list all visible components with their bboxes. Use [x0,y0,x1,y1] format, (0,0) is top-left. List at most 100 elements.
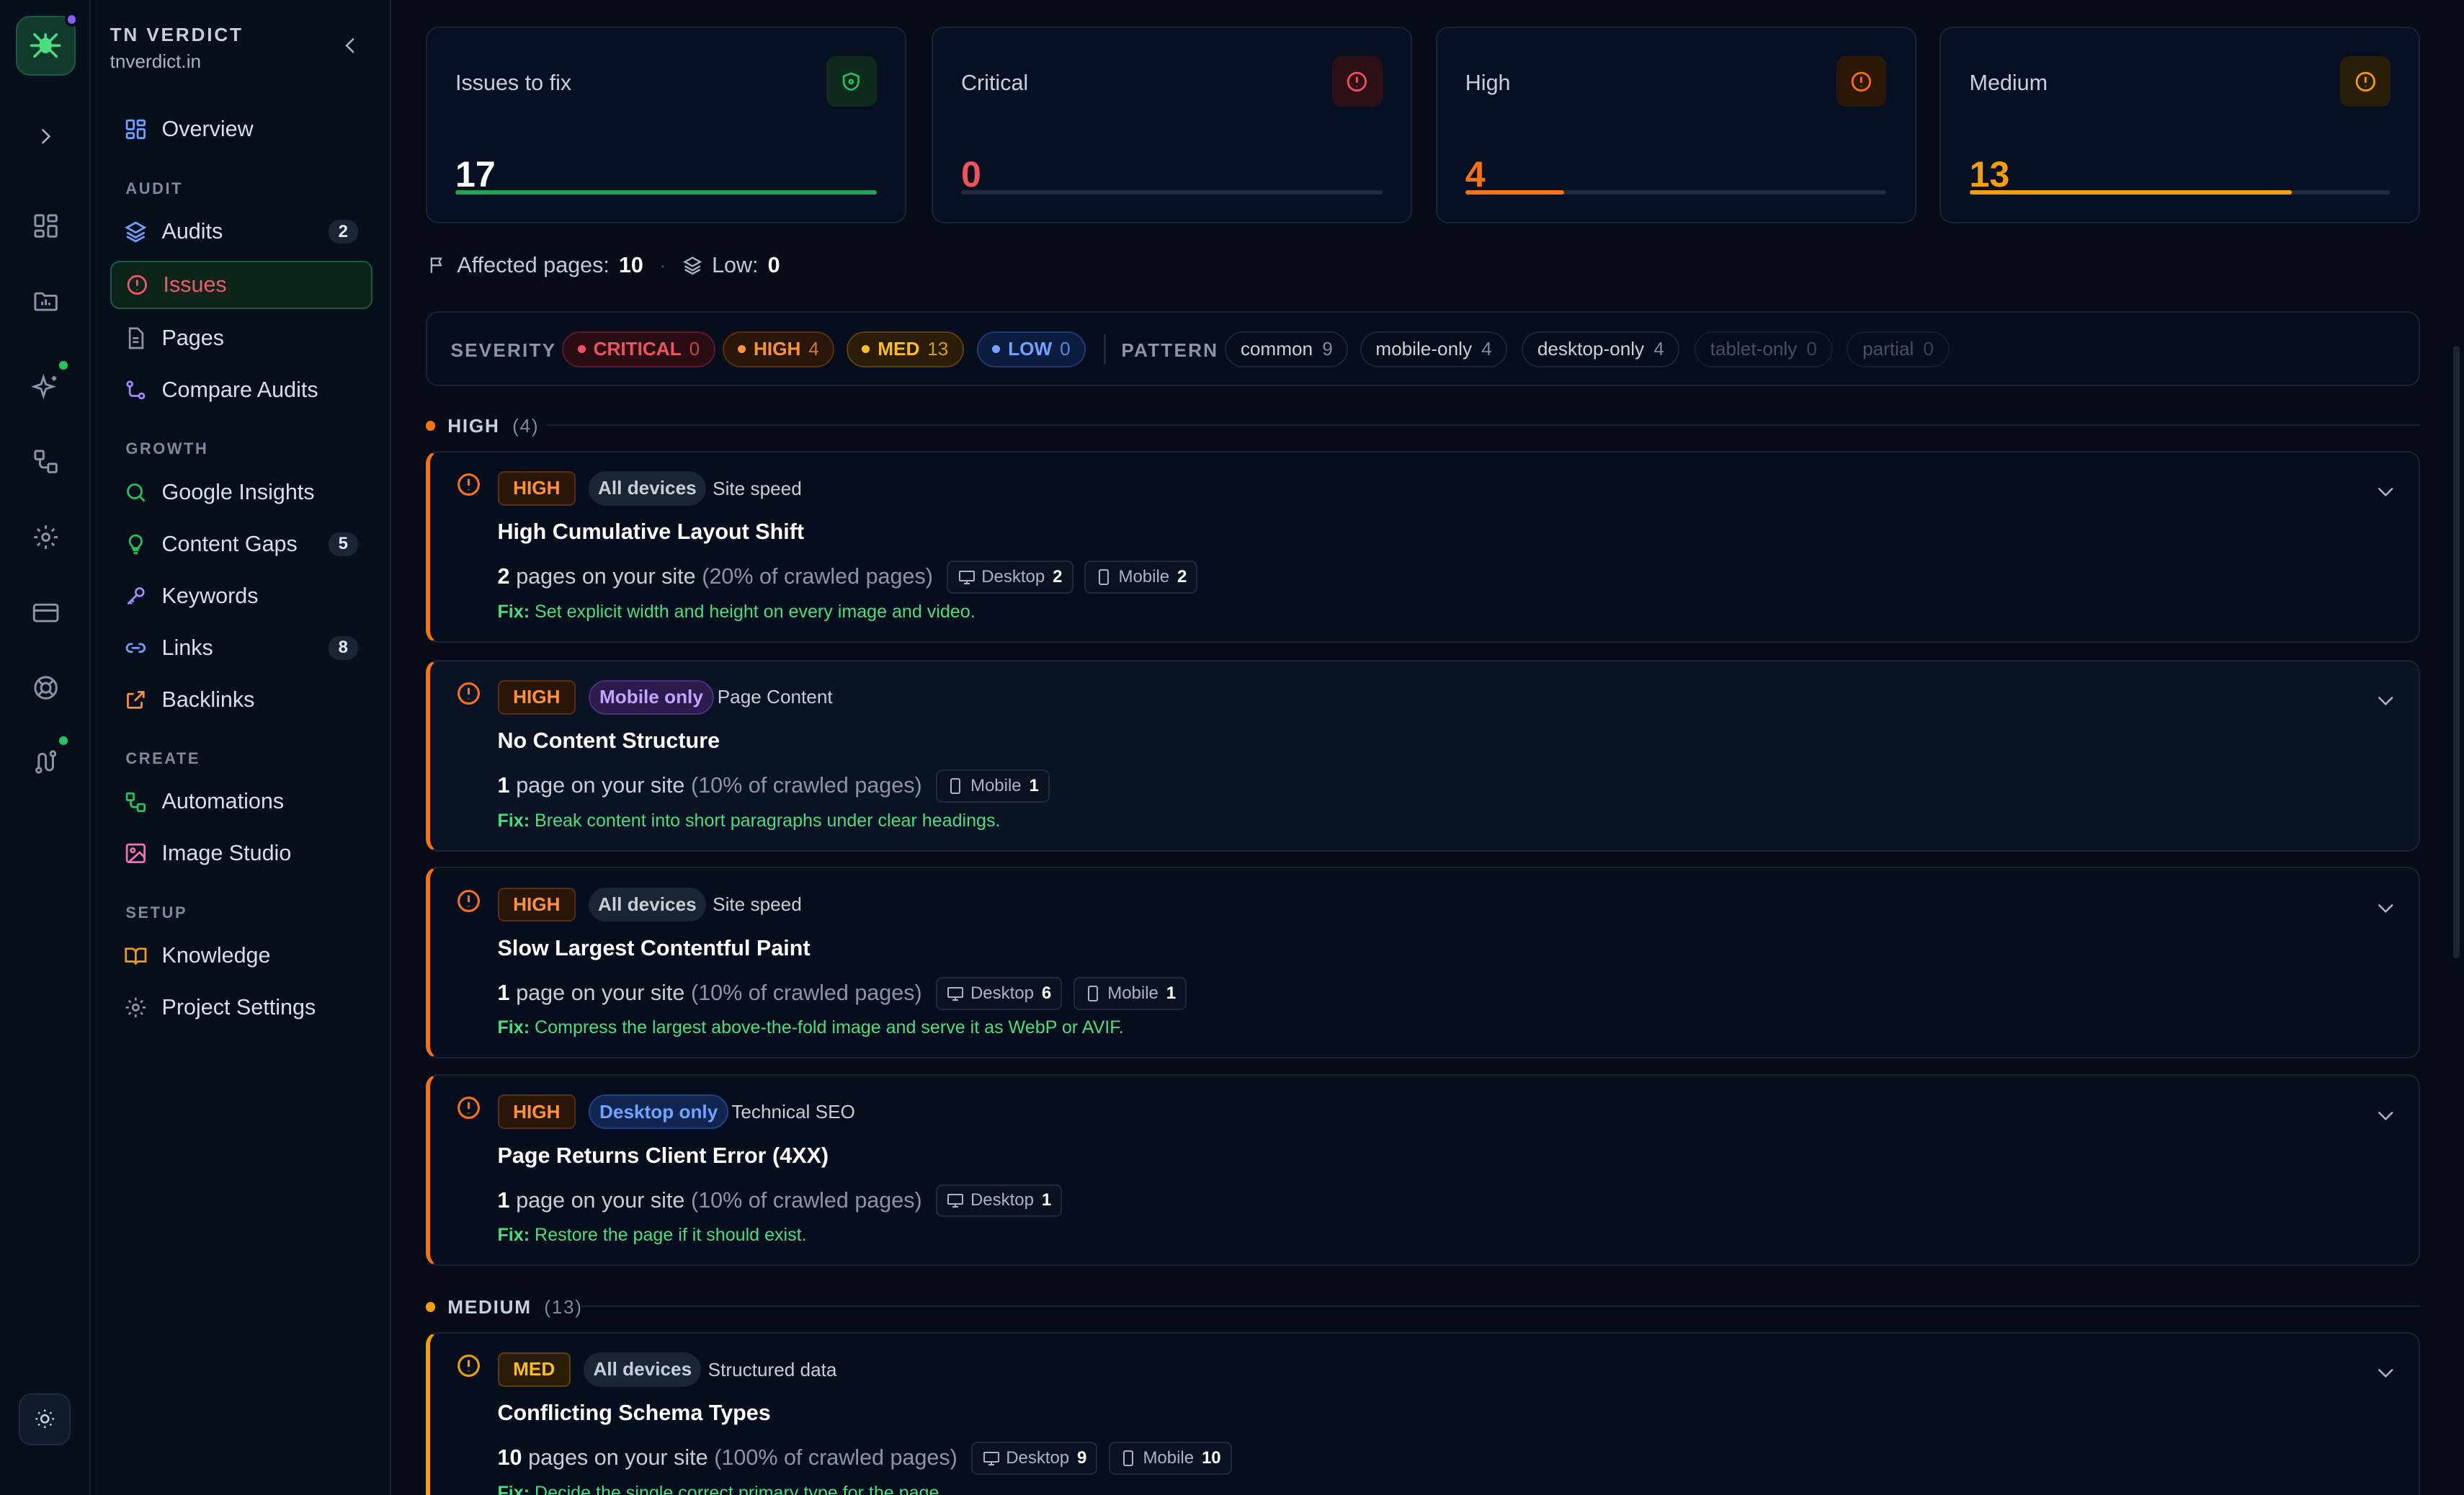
app-logo[interactable] [15,12,79,76]
device-badge: All devices [588,470,706,506]
credit-card-icon[interactable] [27,594,64,631]
chip-label: common [1240,338,1313,360]
affected-pages-line: 1 page on your site (10% of crawled page… [497,976,1187,1010]
pattern-chip-desktop-only[interactable]: desktop-only 4 [1522,331,1680,367]
chip-label: desktop-only [1537,338,1645,360]
filter-chip-med[interactable]: MED 13 [846,331,964,367]
sidebar-item-label: Google Insights [161,479,315,504]
issue-card[interactable]: HIGH Mobile only Page Content No Content… [425,659,2421,852]
chevron-down-icon[interactable] [2375,1362,2397,1391]
page-count: 1 [497,981,510,1006]
device-badge: Mobile only [588,679,714,715]
image-icon [124,842,148,865]
sidebar-item-project-settings[interactable]: Project Settings [110,983,372,1032]
filter-chip-critical[interactable]: CRITICAL 0 [562,331,715,367]
progress-fill [1465,189,1565,195]
help-lifebuoy-icon[interactable] [27,669,64,707]
stat-card-high: High 4 [1435,27,1916,223]
sidebar-item-audits[interactable]: Audits 2 [110,207,372,256]
card-title: Issues to fix [455,70,572,95]
desktop-chip: Desktop 2 [947,561,1073,594]
chip-label: Desktop [970,1190,1034,1210]
separator-dot: · [659,252,666,277]
card-title: High [1465,70,1511,95]
sidebar-item-overview[interactable]: Overview [110,105,372,154]
sidebar-item-content-gaps[interactable]: Content Gaps 5 [110,520,372,569]
page-count: 2 [497,564,510,589]
desktop-chip: Desktop 6 [936,976,1063,1010]
workflow-icon[interactable] [27,443,64,481]
pattern-chip-tablet-only[interactable]: tablet-only 0 [1695,331,1833,367]
workflow-icon [124,790,148,814]
sidebar-item-image-studio[interactable]: Image Studio [110,829,372,878]
issue-title: No Content Structure [497,728,720,754]
chip-label: LOW [1008,338,1053,360]
filter-chip-low[interactable]: LOW 0 [976,331,1086,367]
sidebar-item-automations[interactable]: Automations [110,777,372,826]
fix-label: Fix: [497,1225,530,1246]
settings-gear-icon[interactable] [27,518,64,555]
issue-card[interactable]: HIGH Desktop only Technical SEO Page Ret… [425,1074,2421,1267]
book-open-icon [124,944,148,968]
pages-text: page on your site [516,773,685,798]
folder-chart-icon[interactable] [27,282,64,320]
fix-text: Fix: Compress the largest above-the-fold… [498,1017,1124,1038]
mobile-chip: Mobile 2 [1084,561,1198,594]
sparkles-icon[interactable] [27,358,71,405]
issue-card[interactable]: HIGH All devices Site speed High Cumulat… [425,450,2421,643]
alert-circle-icon [455,1352,482,1385]
sidebar-item-google-insights[interactable]: Google Insights [110,468,372,517]
chevron-down-icon[interactable] [2375,897,2397,926]
issue-card[interactable]: MED All devices Structured data Conflict… [425,1331,2421,1495]
chip-label: CRITICAL [593,338,682,360]
chip-label: Desktop [981,566,1045,586]
dashboard-grid-icon[interactable] [27,207,64,245]
page-count: 10 [497,1445,522,1471]
pattern-chip-mobile-only[interactable]: mobile-only 4 [1360,331,1508,367]
divider [546,424,2421,426]
key-icon [124,584,148,608]
issue-card[interactable]: HIGH All devices Site speed Slow Largest… [425,867,2421,1059]
sidebar-item-knowledge[interactable]: Knowledge [110,932,372,981]
chevron-down-icon[interactable] [2375,1104,2397,1133]
monitor-icon [947,985,964,1002]
filter-chip-high[interactable]: HIGH 4 [722,331,835,367]
pattern-chip-partial[interactable]: partial 0 [1847,331,1950,367]
expand-chevron-icon[interactable] [27,118,64,156]
fix-label: Fix: [497,810,530,831]
sidebar-item-pages[interactable]: Pages [110,314,372,363]
sidebar-item-links[interactable]: Links 8 [110,623,372,672]
issue-title: Slow Largest Contentful Paint [497,936,811,961]
fix-body: Compress the largest above-the-fold imag… [535,1017,1124,1038]
chevron-down-icon[interactable] [2375,690,2397,718]
route-icon[interactable] [27,733,71,780]
pattern-chip-common[interactable]: common 9 [1225,331,1349,367]
sidebar-item-keywords[interactable]: Keywords [110,572,372,621]
card-value: 17 [455,154,496,195]
desktop-chip: Desktop 9 [971,1442,1098,1475]
chip-count: 6 [1041,983,1052,1003]
theme-toggle-button[interactable] [19,1393,71,1445]
sidebar-item-compare-audits[interactable]: Compare Audits [110,366,372,415]
scrollbar[interactable] [2453,345,2460,958]
pages-text: pages on your site [528,1445,708,1471]
chip-count: 0 [1806,338,1817,360]
sidebar-item-issues[interactable]: Issues [110,260,372,310]
card-value: 0 [960,154,981,195]
issue-title: High Cumulative Layout Shift [497,519,805,545]
pages-percent: (10% of crawled pages) [691,1187,922,1213]
sidebar-item-label: Content Gaps [161,531,298,556]
file-text-icon [124,326,148,350]
layout-grid-icon [124,117,148,141]
collapse-sidebar-button[interactable] [339,35,362,63]
category-label: Technical SEO [731,1100,855,1123]
smartphone-icon [1120,1450,1137,1467]
git-compare-icon [124,378,148,402]
group-header-high: HIGH (4) [425,415,540,437]
affected-pages-line: 2 pages on your site (20% of crawled pag… [498,561,1198,594]
section-label-audit: AUDIT [125,179,184,197]
sidebar-item-backlinks[interactable]: Backlinks [110,675,372,724]
chip-label: partial [1862,338,1914,360]
chevron-down-icon[interactable] [2375,481,2397,509]
chip-count: 2 [1177,566,1187,586]
